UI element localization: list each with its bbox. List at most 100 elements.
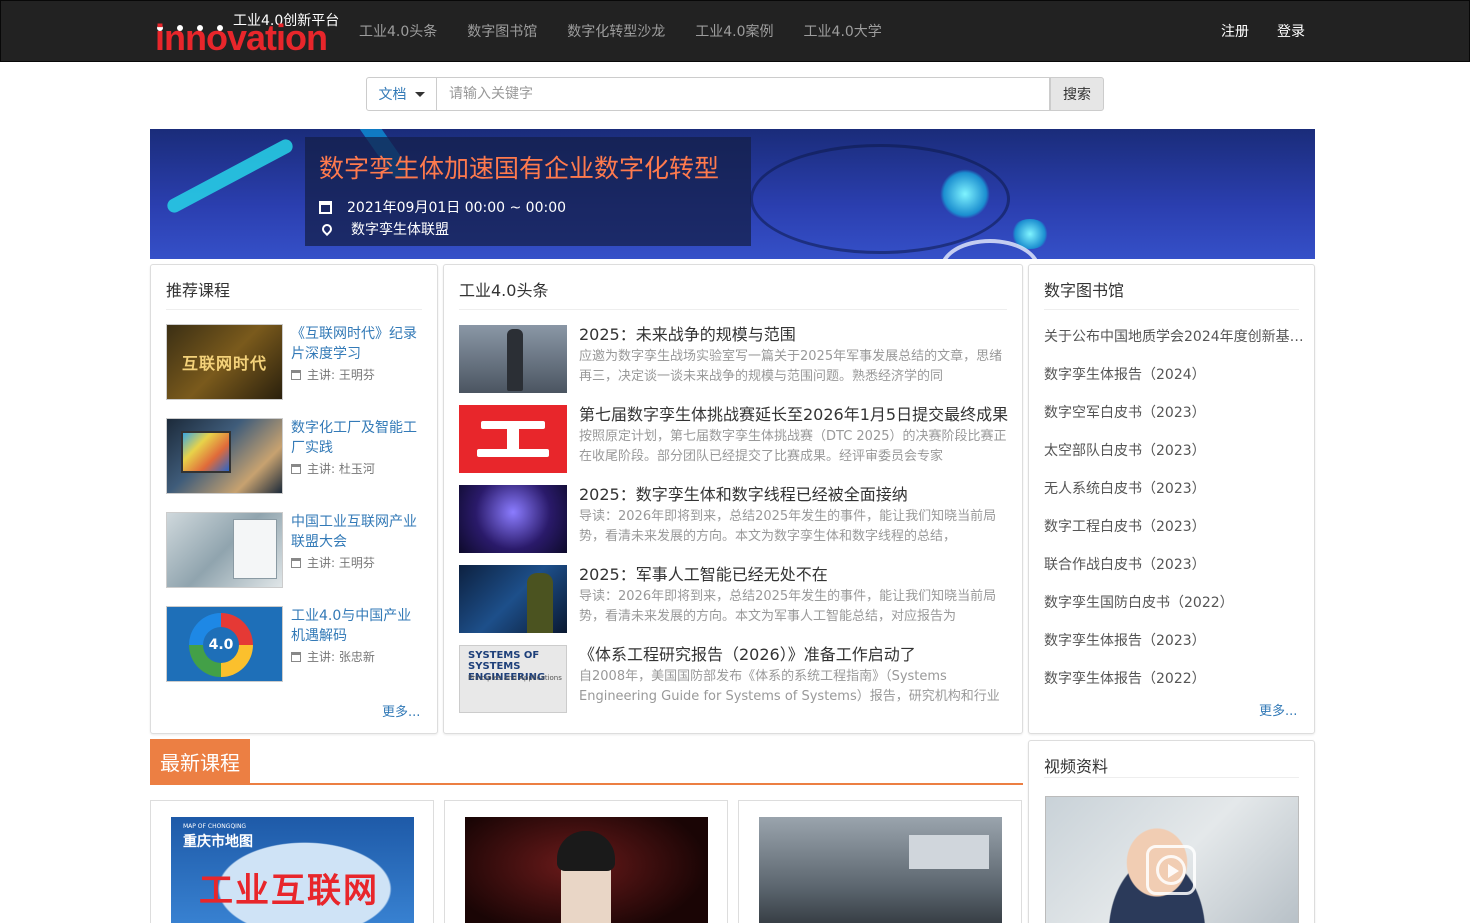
library-item[interactable]: 数字孪生国防白皮书（2022） (1044, 593, 1304, 631)
course-title[interactable]: 数字化工厂及智能工厂实践 (291, 418, 423, 458)
course-title[interactable]: 中国工业互联网产业联盟大会 (291, 512, 423, 552)
site-logo[interactable]: 工业4.0创新平台 innovation (155, 7, 339, 58)
login-link[interactable]: 登录 (1263, 1, 1319, 63)
course-lecturer-row: 主讲: 王明芬 (291, 366, 375, 383)
panel-title: 推荐课程 (166, 281, 231, 300)
search-type-label: 文档 (378, 87, 407, 103)
course-thumbnail[interactable]: 4.0 (166, 606, 283, 682)
course-item[interactable]: 4.0 工业4.0与中国产业机遇解码 主讲: 张忠新 (166, 606, 426, 682)
calendar-icon (291, 557, 301, 568)
search-bar: 文档 搜索 (366, 77, 1104, 111)
news-summary: 按照原定计划，第七届数字孪生体挑战赛（DTC 2025）的决赛阶段比赛正在收尾阶… (579, 429, 1007, 464)
logo-wordmark: innovation (155, 17, 328, 58)
news-item[interactable]: 第七届数字孪生体挑战赛延长至2026年1月5日提交最终成果 按照原定计划，第七届… (459, 405, 1009, 473)
banner-decoration (940, 169, 990, 219)
calendar-icon (291, 369, 301, 380)
headlines-panel: 工业4.0头条 2025：未来战争的规模与范围 应邀为数字孪生战场实验室写一篇关… (443, 264, 1023, 734)
map-marker-icon (319, 221, 335, 237)
course-card[interactable]: MAP OF CHONGQING 重庆市地图 工业互联网 (150, 800, 434, 923)
latest-courses-header: 最新课程 (150, 739, 1023, 785)
banner-datetime-row: 2021年09月01日 00:00 ~ 00:00 (319, 197, 566, 217)
news-title[interactable]: 2025：军事人工智能已经无处不在 (579, 565, 1011, 585)
nav-item-cases[interactable]: 工业4.0案例 (680, 1, 788, 63)
library-item[interactable]: 关于公布中国地质学会2024年度创新基地名单的通知 (1044, 327, 1304, 365)
course-title[interactable]: 《互联网时代》纪录片深度学习 (291, 324, 423, 364)
news-summary: 导读：2026年即将到来，总结2025年发生的事件，能让我们知晓当前局势，看清未… (579, 509, 997, 544)
play-icon[interactable] (1146, 845, 1196, 895)
course-item[interactable]: 数字化工厂及智能工厂实践 主讲: 杜玉河 (166, 418, 426, 494)
course-card-image[interactable] (759, 817, 1002, 923)
course-lecturer: 主讲: 张忠新 (307, 650, 375, 664)
library-item[interactable]: 太空部队白皮书（2023） (1044, 441, 1304, 479)
course-lecturer: 主讲: 王明芬 (307, 556, 375, 570)
divider (1044, 777, 1299, 778)
course-lecturer-row: 主讲: 张忠新 (291, 648, 375, 665)
panel-title: 工业4.0头条 (459, 281, 549, 300)
main-nav: 工业4.0头条 数字图书馆 数字化转型沙龙 工业4.0案例 工业4.0大学 (344, 1, 897, 63)
course-item[interactable]: 互联网时代 《互联网时代》纪录片深度学习 主讲: 王明芬 (166, 324, 426, 400)
banner-title: 数字孪生体加速国有企业数字化转型 (319, 154, 720, 183)
news-item[interactable]: SYSTEMS OF SYSTEMS ENGINEERING Principle… (459, 645, 1009, 713)
course-thumbnail[interactable] (166, 418, 283, 494)
banner-location-row: 数字孪生体联盟 (319, 219, 449, 239)
register-link[interactable]: 注册 (1207, 1, 1263, 63)
video-thumbnail[interactable] (1045, 796, 1299, 923)
panel-title: 数字图书馆 (1044, 281, 1125, 300)
news-title[interactable]: 2025：未来战争的规模与范围 (579, 325, 1011, 345)
calendar-icon (291, 651, 301, 662)
news-item[interactable]: 2025：未来战争的规模与范围 应邀为数字孪生战场实验室写一篇关于2025年军事… (459, 325, 1009, 393)
library-item[interactable]: 数字工程白皮书（2023） (1044, 517, 1304, 555)
calendar-icon (319, 200, 332, 214)
news-summary: 应邀为数字孪生战场实验室写一篇关于2025年军事发展总结的文章，思绪再三，决定谈… (579, 349, 1003, 384)
library-item[interactable]: 无人系统白皮书（2023） (1044, 479, 1304, 517)
recommended-courses-panel: 推荐课程 互联网时代 《互联网时代》纪录片深度学习 主讲: 王明芬 数字化工厂及… (150, 264, 438, 734)
library-item[interactable]: 数字孪生体报告（2024） (1044, 365, 1304, 403)
courses-more-link[interactable]: 更多... (382, 701, 420, 720)
news-thumbnail[interactable] (459, 565, 567, 633)
course-card[interactable] (444, 800, 728, 923)
course-card-image[interactable] (465, 817, 708, 923)
library-list: 关于公布中国地质学会2024年度创新基地名单的通知 数字孪生体报告（2024） … (1044, 327, 1304, 707)
course-title[interactable]: 工业4.0与中国产业机遇解码 (291, 606, 423, 646)
course-thumbnail[interactable]: 互联网时代 (166, 324, 283, 400)
banner-decoration (164, 136, 296, 216)
banner-location: 数字孪生体联盟 (351, 222, 449, 238)
news-title[interactable]: 《体系工程研究报告（2026）》准备工作启动了 (579, 645, 1011, 665)
news-thumbnail[interactable] (459, 405, 567, 473)
thumbnail-subcaption: Principles and Applications (468, 674, 562, 682)
calendar-icon (291, 463, 301, 474)
event-banner[interactable]: 数字孪生体加速国有企业数字化转型 2021年09月01日 00:00 ~ 00:… (150, 129, 1315, 259)
library-item[interactable]: 数字空军白皮书（2023） (1044, 403, 1304, 441)
nav-item-salon[interactable]: 数字化转型沙龙 (552, 1, 680, 63)
digital-library-panel: 数字图书馆 关于公布中国地质学会2024年度创新基地名单的通知 数字孪生体报告（… (1028, 264, 1315, 734)
news-thumbnail[interactable] (459, 485, 567, 553)
search-input[interactable] (437, 77, 1050, 111)
news-title[interactable]: 第七届数字孪生体挑战赛延长至2026年1月5日提交最终成果 (579, 405, 1011, 425)
course-lecturer: 主讲: 王明芬 (307, 368, 375, 382)
news-thumbnail[interactable] (459, 325, 567, 393)
nav-item-headlines[interactable]: 工业4.0头条 (344, 1, 452, 63)
latest-courses-tab[interactable]: 最新课程 (150, 739, 250, 784)
course-card[interactable] (738, 800, 1022, 923)
nav-item-library[interactable]: 数字图书馆 (452, 1, 552, 63)
news-item[interactable]: 2025：军事人工智能已经无处不在 导读：2026年即将到来，总结2025年发生… (459, 565, 1009, 633)
divider (166, 309, 422, 310)
course-card-image[interactable]: MAP OF CHONGQING 重庆市地图 工业互联网 (171, 817, 414, 923)
course-lecturer-row: 主讲: 王明芬 (291, 554, 375, 571)
search-type-dropdown[interactable]: 文档 (366, 77, 437, 111)
library-more-link[interactable]: 更多... (1259, 700, 1297, 719)
news-title[interactable]: 2025：数字孪生体和数字线程已经被全面接纳 (579, 485, 1011, 505)
library-item[interactable]: 联合作战白皮书（2023） (1044, 555, 1304, 593)
news-item[interactable]: 2025：数字孪生体和数字线程已经被全面接纳 导读：2026年即将到来，总结20… (459, 485, 1009, 553)
library-item[interactable]: 数字孪生体报告（2023） (1044, 631, 1304, 669)
news-thumbnail[interactable]: SYSTEMS OF SYSTEMS ENGINEERING Principle… (459, 645, 567, 713)
search-button[interactable]: 搜索 (1050, 77, 1104, 111)
course-thumbnail[interactable] (166, 512, 283, 588)
course-item[interactable]: 中国工业互联网产业联盟大会 主讲: 王明芬 (166, 512, 426, 588)
nav-item-university[interactable]: 工业4.0大学 (789, 1, 897, 63)
banner-datetime: 2021年09月01日 00:00 ~ 00:00 (347, 200, 567, 216)
top-navbar: 工业4.0创新平台 innovation 工业4.0头条 数字图书馆 数字化转型… (0, 0, 1470, 62)
map-caption-small: MAP OF CHONGQING (183, 823, 247, 830)
panel-title: 视频资料 (1044, 757, 1109, 776)
course-lecturer-row: 主讲: 杜玉河 (291, 460, 375, 477)
